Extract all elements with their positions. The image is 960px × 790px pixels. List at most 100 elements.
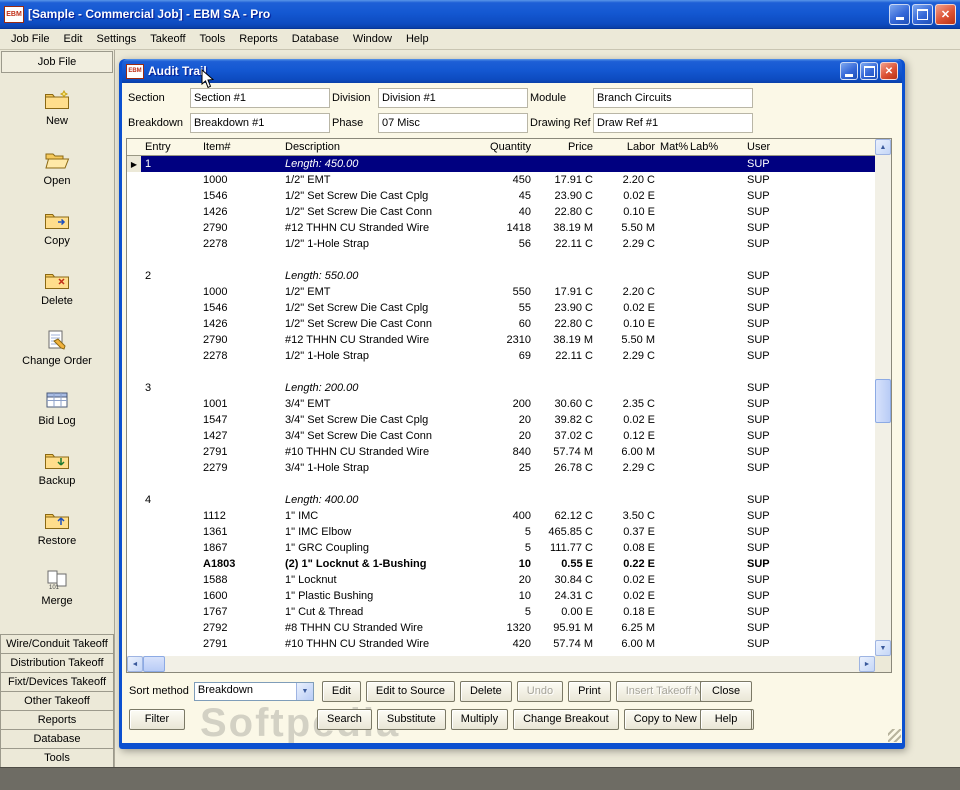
sidebar-item-merge[interactable]: 101Merge (0, 568, 114, 628)
close-icon[interactable]: ✕ (935, 4, 956, 25)
breakdown-field[interactable]: Breakdown #1 (190, 113, 330, 133)
table-row[interactable]: 11121" IMC40062.12 C3.50 CSUP (127, 508, 875, 524)
menu-help[interactable]: Help (399, 31, 436, 47)
change-breakout-button[interactable]: Change Breakout (513, 709, 619, 730)
table-row[interactable]: 22781/2" 1-Hole Strap5622.11 C2.29 CSUP (127, 236, 875, 252)
minimize-icon[interactable] (840, 62, 858, 80)
table-row[interactable]: 14273/4" Set Screw Die Cast Conn2037.02 … (127, 428, 875, 444)
search-button[interactable]: Search (317, 709, 372, 730)
menu-reports[interactable]: Reports (232, 31, 285, 47)
menu-edit[interactable]: Edit (57, 31, 90, 47)
table-row[interactable]: 22781/2" 1-Hole Strap6922.11 C2.29 CSUP (127, 348, 875, 364)
sidebar-item-label: Copy (44, 235, 70, 247)
module-field[interactable]: Branch Circuits (593, 88, 753, 108)
table-row[interactable]: 15473/4" Set Screw Die Cast Cplg2039.82 … (127, 412, 875, 428)
sidebar-tab-wire-conduit-takeoff[interactable]: Wire/Conduit Takeoff (0, 634, 114, 654)
menu-settings[interactable]: Settings (90, 31, 144, 47)
table-row[interactable]: 15881" Locknut2030.84 C0.02 ESUP (127, 572, 875, 588)
merge-icon: 101 (45, 568, 69, 592)
cell-item: 2790 (199, 222, 279, 234)
scroll-up-icon[interactable]: ▲ (875, 139, 891, 155)
table-blank-row (127, 252, 875, 268)
table-row[interactable]: 10001/2" EMT45017.91 C2.20 CSUP (127, 172, 875, 188)
row-gutter (127, 428, 141, 444)
table-group-row[interactable]: ▶1Length: 450.00SUP (127, 156, 875, 172)
substitute-button[interactable]: Substitute (377, 709, 446, 730)
help-button[interactable]: Help (700, 709, 752, 730)
menu-takeoff[interactable]: Takeoff (143, 31, 192, 47)
menu-job-file[interactable]: Job File (4, 31, 57, 47)
multiply-button[interactable]: Multiply (451, 709, 508, 730)
table-row[interactable]: 2790#12 THHN CU Stranded Wire141838.19 M… (127, 220, 875, 236)
audit-titlebar[interactable]: EBM Audit Trail ✕ (122, 59, 902, 83)
sidebar-item-backup[interactable]: Backup (0, 448, 114, 508)
sort-method-dropdown[interactable]: Breakdown ▼ (194, 682, 314, 701)
sidebar-item-change-order[interactable]: Change Order (0, 328, 114, 388)
sidebar-item-copy[interactable]: Copy (0, 208, 114, 268)
division-field[interactable]: Division #1 (378, 88, 528, 108)
filter-button[interactable]: Filter (129, 709, 185, 730)
table-row[interactable]: 16001" Plastic Bushing1024.31 C0.02 ESUP (127, 588, 875, 604)
sidebar-header-job-file[interactable]: Job File (1, 51, 113, 73)
sidebar-tab-database[interactable]: Database (0, 729, 114, 749)
table-row[interactable]: 10013/4" EMT20030.60 C2.35 CSUP (127, 396, 875, 412)
menu-tools[interactable]: Tools (193, 31, 233, 47)
drawing-ref-field[interactable]: Draw Ref #1 (593, 113, 753, 133)
cell-user: SUP (722, 622, 875, 634)
section-field[interactable]: Section #1 (190, 88, 330, 108)
vertical-scroll-thumb[interactable] (875, 379, 891, 423)
table-group-row[interactable]: 3Length: 200.00SUP (127, 380, 875, 396)
table-row[interactable]: 17671" Cut & Thread50.00 E0.18 ESUP (127, 604, 875, 620)
maximize-icon[interactable] (860, 62, 878, 80)
main-titlebar[interactable]: EBM [Sample - Commercial Job] - EBM SA -… (0, 0, 960, 29)
table-group-row[interactable]: 4Length: 400.00SUP (127, 492, 875, 508)
close-icon[interactable]: ✕ (880, 62, 898, 80)
edit-to-source-button[interactable]: Edit to Source (366, 681, 455, 702)
delete-button[interactable]: Delete (460, 681, 512, 702)
sidebar-item-restore[interactable]: Restore (0, 508, 114, 568)
sidebar-item-delete[interactable]: Delete (0, 268, 114, 328)
sidebar-item-new[interactable]: New (0, 88, 114, 148)
sidebar-tab-other-takeoff[interactable]: Other Takeoff (0, 691, 114, 711)
table-row[interactable]: 2790#12 THHN CU Stranded Wire231038.19 M… (127, 332, 875, 348)
menu-window[interactable]: Window (346, 31, 399, 47)
horizontal-scrollbar[interactable]: ◄ ► (127, 656, 875, 672)
edit-button[interactable]: Edit (322, 681, 361, 702)
dropdown-arrow-icon[interactable]: ▼ (296, 683, 313, 700)
sidebar-item-bid-log[interactable]: Bid Log (0, 388, 114, 448)
sidebar-tab-tools[interactable]: Tools (0, 748, 114, 768)
table-row[interactable]: 14261/2" Set Screw Die Cast Conn6022.80 … (127, 316, 875, 332)
sidebar-tab-fixt-devices-takeoff[interactable]: Fixt/Devices Takeoff (0, 672, 114, 692)
table-group-row[interactable]: 2Length: 550.00SUP (127, 268, 875, 284)
table-row[interactable]: A1803(2) 1" Locknut & 1-Bushing100.55 E0… (127, 556, 875, 572)
minimize-icon[interactable] (889, 4, 910, 25)
resize-grip[interactable] (888, 729, 901, 742)
sidebar-item-open[interactable]: Open (0, 148, 114, 208)
table-row[interactable]: 18671" GRC Coupling5111.77 C0.08 ESUP (127, 540, 875, 556)
table-row[interactable]: 13611" IMC Elbow5465.85 C0.37 ESUP (127, 524, 875, 540)
horizontal-scroll-thumb[interactable] (143, 656, 165, 672)
table-row[interactable]: 2791#10 THHN CU Stranded Wire42057.74 M6… (127, 636, 875, 652)
scroll-left-icon[interactable]: ◄ (127, 656, 143, 672)
table-row[interactable]: 15461/2" Set Screw Die Cast Cplg4523.90 … (127, 188, 875, 204)
vertical-scrollbar[interactable]: ▲ ▼ (875, 139, 891, 656)
undo-button[interactable]: Undo (517, 681, 563, 702)
cell-user: SUP (722, 542, 875, 554)
table-row[interactable]: 10001/2" EMT55017.91 C2.20 CSUP (127, 284, 875, 300)
scroll-down-icon[interactable]: ▼ (875, 640, 891, 656)
sidebar-tab-distribution-takeoff[interactable]: Distribution Takeoff (0, 653, 114, 673)
scroll-right-icon[interactable]: ► (859, 656, 875, 672)
table-row[interactable]: 2792#8 THHN CU Stranded Wire132095.91 M6… (127, 620, 875, 636)
cell-desc: 1/2" EMT (279, 174, 474, 186)
print-button[interactable]: Print (568, 681, 611, 702)
table-row[interactable]: 14261/2" Set Screw Die Cast Conn4022.80 … (127, 204, 875, 220)
menu-database[interactable]: Database (285, 31, 346, 47)
table-row[interactable]: 2791#10 THHN CU Stranded Wire84057.74 M6… (127, 444, 875, 460)
table-row[interactable]: 22793/4" 1-Hole Strap2526.78 C2.29 CSUP (127, 460, 875, 476)
maximize-icon[interactable] (912, 4, 933, 25)
sidebar-tab-reports[interactable]: Reports (0, 710, 114, 730)
phase-field[interactable]: 07 Misc (378, 113, 528, 133)
close-button[interactable]: Close (700, 681, 752, 702)
table-row[interactable]: 15461/2" Set Screw Die Cast Cplg5523.90 … (127, 300, 875, 316)
cell-desc: 3/4" Set Screw Die Cast Cplg (279, 414, 474, 426)
